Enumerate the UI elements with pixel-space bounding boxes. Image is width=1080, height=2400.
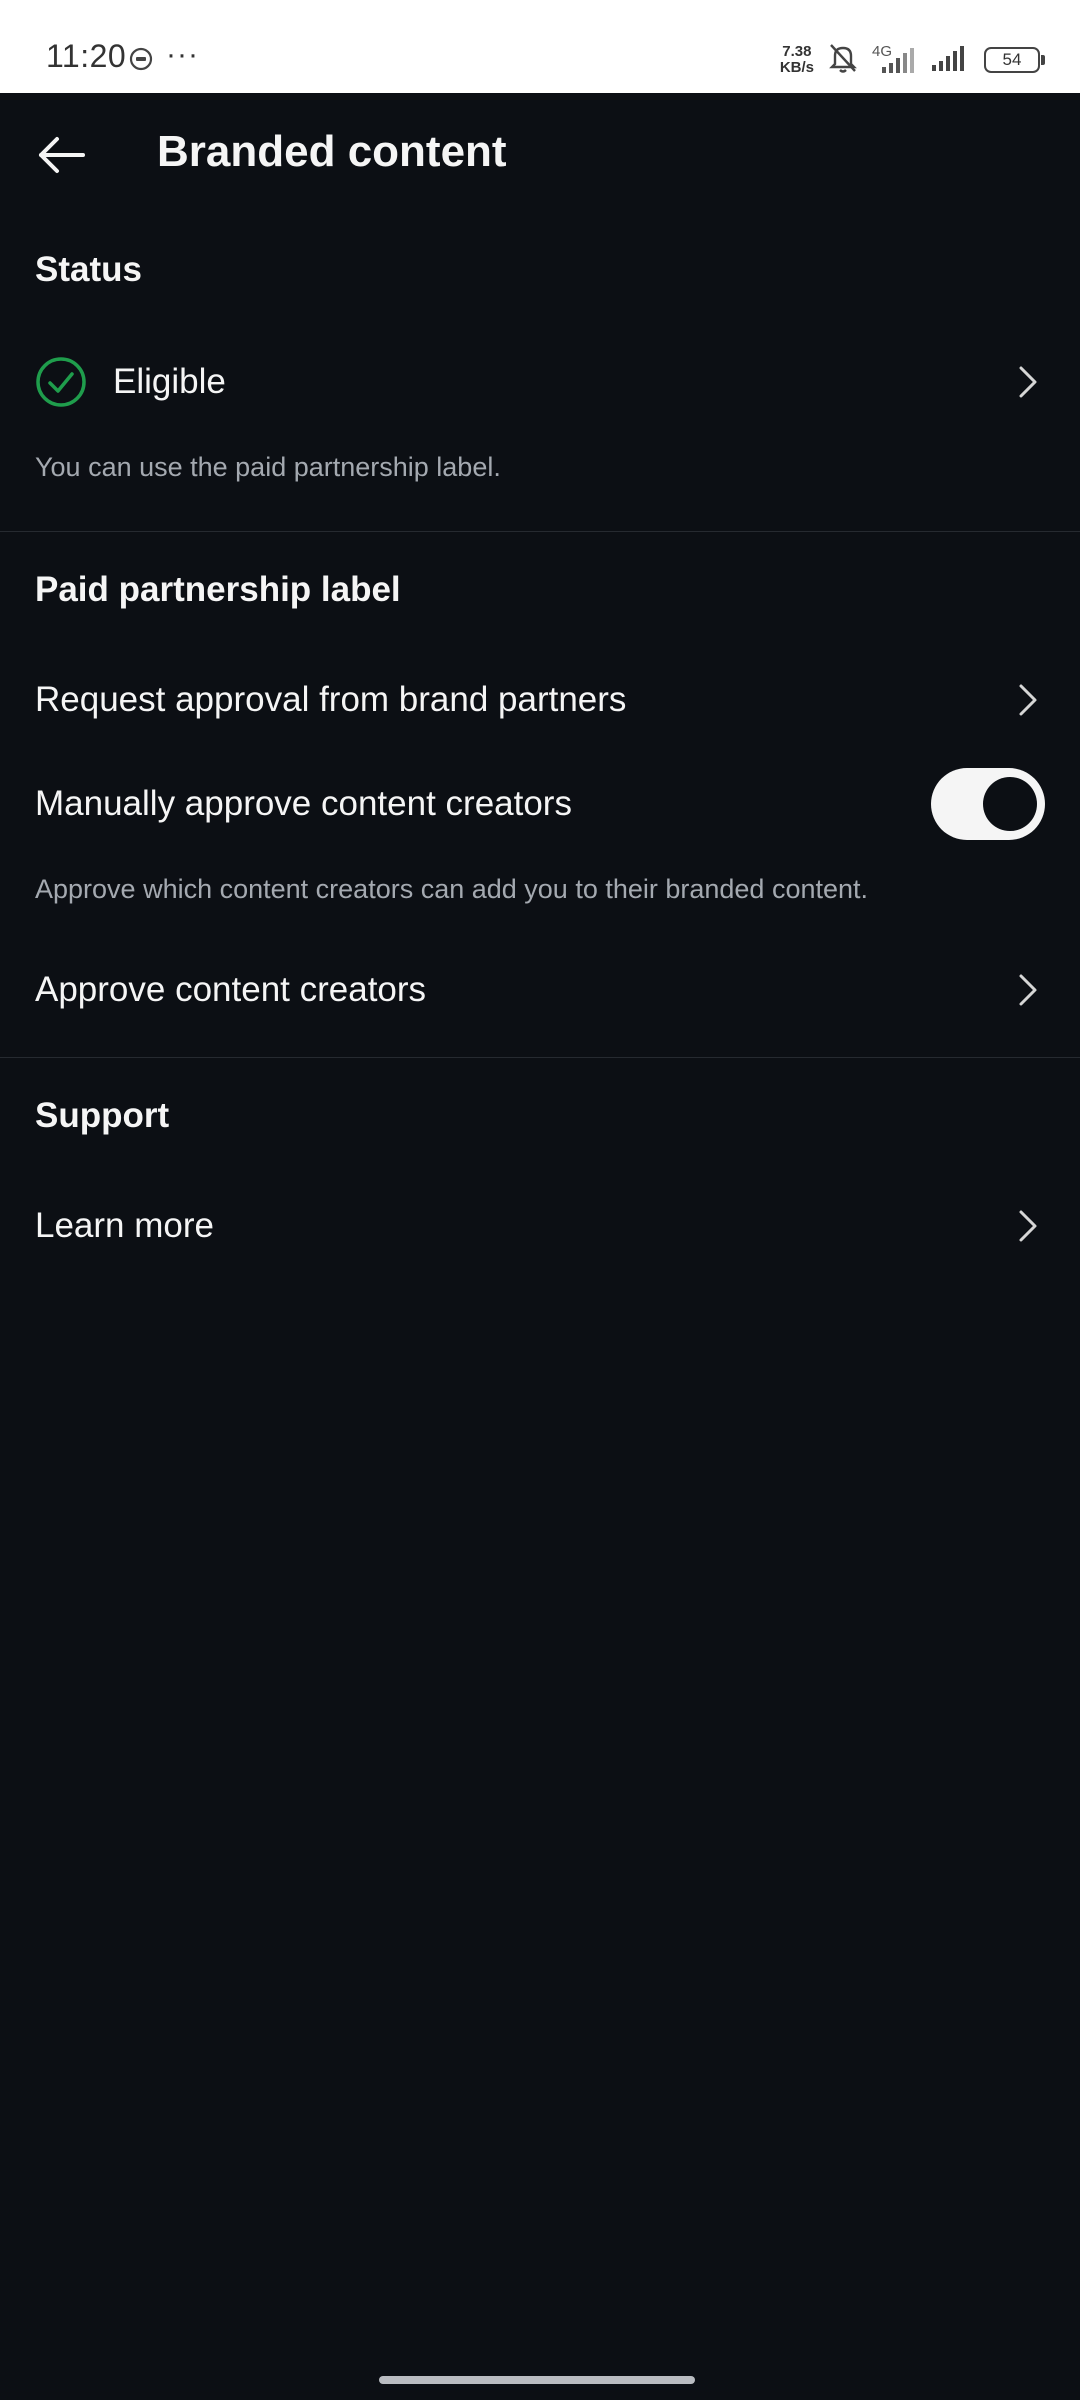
manual-approve-toggle[interactable] <box>931 768 1045 840</box>
home-indicator[interactable] <box>379 2376 695 2384</box>
learn-more-label: Learn more <box>35 1206 214 1245</box>
chevron-right-icon <box>1019 974 1037 1006</box>
manual-approve-row: Manually approve content creators <box>0 754 1080 854</box>
bell-muted-icon <box>828 42 858 79</box>
status-time: 11:20 <box>46 38 127 74</box>
signal-strength-icon <box>930 43 970 78</box>
learn-more-row[interactable]: Learn more <box>0 1176 1080 1276</box>
status-indicators: 7.38 KB/s 4G 54 <box>780 40 1045 80</box>
manual-approve-description: Approve which content creators can add y… <box>35 874 869 904</box>
eligible-label: Eligible <box>113 362 226 401</box>
page-title: Branded content <box>157 127 507 176</box>
section-divider <box>0 1057 1080 1058</box>
chevron-right-icon <box>1019 684 1037 716</box>
network-speed-unit: KB/s <box>779 59 814 76</box>
section-divider <box>0 531 1080 532</box>
back-button[interactable] <box>30 123 94 187</box>
more-notifications-icon: ··· <box>166 38 199 71</box>
toggle-knob <box>983 777 1037 831</box>
message-notification-icon <box>128 46 154 77</box>
paid-partnership-heading: Paid partnership label <box>35 570 401 609</box>
chevron-right-icon <box>1019 1210 1037 1242</box>
battery-icon: 54 <box>984 47 1045 73</box>
manual-approve-label: Manually approve content creators <box>35 784 572 823</box>
network-speed: 7.38 KB/s <box>780 44 814 76</box>
approve-creators-label: Approve content creators <box>35 970 427 1009</box>
network-speed-value: 7.38 <box>782 43 812 60</box>
status-section-heading: Status <box>35 250 142 289</box>
request-approval-row[interactable]: Request approval from brand partners <box>0 650 1080 750</box>
network-type: 4G <box>872 43 916 77</box>
app-header: Branded content <box>0 93 1080 217</box>
eligible-status-row[interactable]: Eligible <box>0 332 1080 432</box>
back-arrow-icon <box>39 137 85 173</box>
status-description: You can use the paid partnership label. <box>35 452 501 482</box>
status-bar: 11:20 ··· 7.38 KB/s 4G 54 <box>0 0 1080 93</box>
chevron-right-icon <box>1019 366 1037 398</box>
approve-creators-row[interactable]: Approve content creators <box>0 940 1080 1040</box>
request-approval-label: Request approval from brand partners <box>35 680 627 719</box>
support-section-heading: Support <box>35 1096 170 1135</box>
battery-level: 54 <box>1002 50 1022 69</box>
check-circle-icon <box>36 357 86 407</box>
